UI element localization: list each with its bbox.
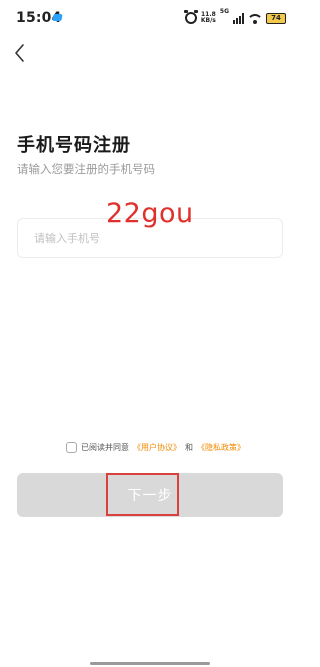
back-icon[interactable]	[10, 42, 32, 64]
agreement-prefix: 已阅读并同意	[81, 443, 129, 452]
page-title: 手机号码注册	[17, 135, 131, 156]
signal-icon	[233, 12, 244, 24]
app-notification-icon	[52, 14, 63, 21]
next-button[interactable]: 下一步	[17, 473, 283, 517]
battery-level: 74	[271, 14, 281, 22]
status-indicators: 11.8 KB/s 5G 74	[183, 8, 286, 26]
watermark-text: 22gou	[106, 198, 194, 229]
wifi-icon	[248, 13, 262, 24]
battery-icon: 74	[266, 12, 286, 24]
agreement-conjunction: 和	[185, 443, 193, 452]
network-speed-unit: KB/s	[200, 17, 216, 24]
home-indicator[interactable]	[90, 662, 210, 665]
agreement-row: 已阅读并同意 《用户协议》 和 《隐私政策》	[66, 442, 245, 453]
network-speed: 11.8 KB/s	[201, 12, 216, 24]
status-bar: 15:04 11.8 KB/s 5G 74	[0, 0, 300, 36]
alarm-icon	[183, 10, 198, 24]
page-subtitle: 请输入您要注册的手机号码	[17, 162, 155, 176]
agreement-checkbox[interactable]	[66, 442, 77, 453]
network-type: 5G	[219, 8, 229, 15]
user-agreement-link[interactable]: 《用户协议》	[133, 442, 181, 453]
privacy-policy-link[interactable]: 《隐私政策》	[197, 442, 245, 453]
